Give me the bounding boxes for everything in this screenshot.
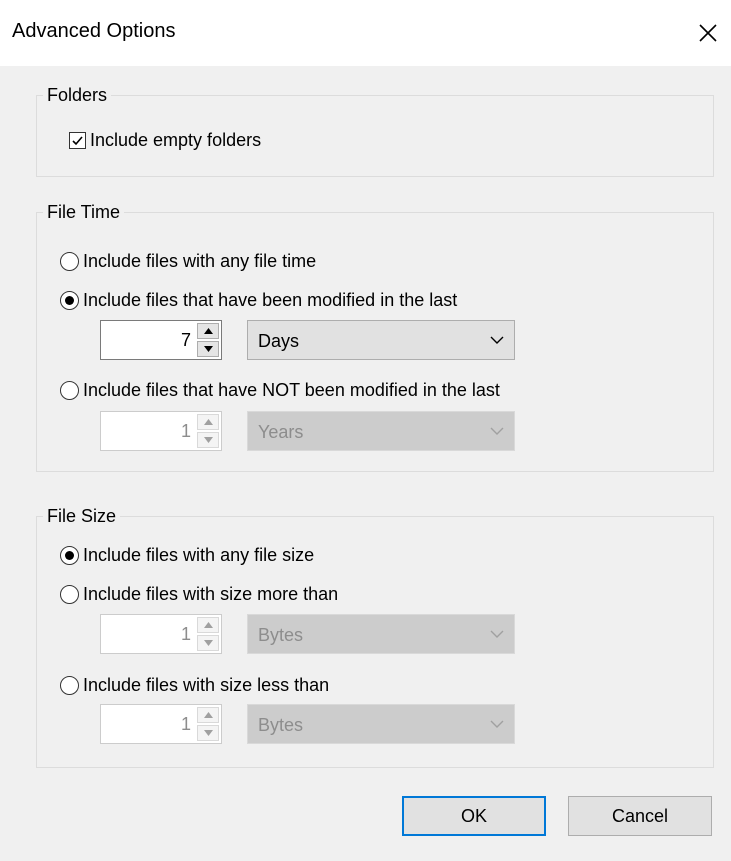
radio-size-less-than-label: Include files with size less than	[83, 675, 330, 695]
spinner-arrows	[197, 323, 219, 357]
modified-unit-value: Days	[258, 331, 300, 351]
include-empty-folders-label: Include empty folders	[90, 130, 262, 150]
radio-off-icon	[60, 252, 79, 271]
arrow-up-icon	[203, 419, 213, 425]
close-button[interactable]	[685, 0, 731, 66]
file-time-legend: File Time	[47, 202, 121, 222]
chevron-down-icon	[490, 630, 504, 638]
arrow-down-icon	[203, 730, 213, 736]
not-modified-unit-value: Years	[258, 422, 304, 442]
less-than-value-spinner[interactable]: 1	[100, 704, 222, 744]
radio-off-icon	[60, 676, 79, 695]
folders-legend: Folders	[47, 85, 108, 105]
radio-any-file-size[interactable]: Include files with any file size	[60, 545, 314, 566]
radio-size-more-than[interactable]: Include files with size more than	[60, 584, 338, 605]
title-bar: Advanced Options	[0, 0, 731, 66]
spin-up-button[interactable]	[197, 707, 219, 723]
radio-not-modified-last-label: Include files that have NOT been modifie…	[83, 380, 500, 400]
spin-up-button[interactable]	[197, 414, 219, 430]
radio-size-less-than[interactable]: Include files with size less than	[60, 675, 329, 696]
ok-button[interactable]: OK	[402, 796, 546, 836]
spin-down-button[interactable]	[197, 432, 219, 448]
radio-not-modified-last[interactable]: Include files that have NOT been modifie…	[60, 380, 500, 401]
arrow-up-icon	[203, 712, 213, 718]
spin-down-button[interactable]	[197, 341, 219, 357]
more-than-value: 1	[180, 624, 191, 644]
radio-modified-last-label: Include files that have been modified in…	[83, 290, 458, 310]
radio-any-file-time-label: Include files with any file time	[83, 251, 317, 271]
not-modified-value: 1	[180, 421, 191, 441]
spin-down-button[interactable]	[197, 725, 219, 741]
chevron-down-icon	[490, 720, 504, 728]
arrow-up-icon	[203, 328, 213, 334]
radio-modified-last[interactable]: Include files that have been modified in…	[60, 290, 457, 311]
spinner-arrows	[197, 617, 219, 651]
spinner-arrows	[197, 707, 219, 741]
modified-value: 7	[180, 330, 191, 350]
less-than-unit-value: Bytes	[258, 715, 304, 735]
file-size-legend: File Size	[47, 506, 117, 526]
close-icon	[699, 24, 717, 42]
less-than-unit-select[interactable]: Bytes	[247, 704, 515, 744]
spin-down-button[interactable]	[197, 635, 219, 651]
not-modified-value-spinner[interactable]: 1	[100, 411, 222, 451]
chevron-down-icon	[490, 336, 504, 344]
less-than-value: 1	[180, 714, 191, 734]
cancel-button[interactable]: Cancel	[568, 796, 712, 836]
more-than-unit-select[interactable]: Bytes	[247, 614, 515, 654]
modified-unit-select[interactable]: Days	[247, 320, 515, 360]
dialog-title: Advanced Options	[12, 20, 176, 42]
radio-any-file-size-label: Include files with any file size	[83, 545, 315, 565]
arrow-down-icon	[203, 437, 213, 443]
spin-up-button[interactable]	[197, 323, 219, 339]
radio-size-more-than-label: Include files with size more than	[83, 584, 339, 604]
radio-on-icon	[60, 546, 79, 565]
radio-off-icon	[60, 585, 79, 604]
more-than-unit-value: Bytes	[258, 625, 304, 645]
not-modified-unit-select[interactable]: Years	[247, 411, 515, 451]
radio-on-icon	[60, 291, 79, 310]
radio-any-file-time[interactable]: Include files with any file time	[60, 251, 316, 272]
spinner-arrows	[197, 414, 219, 448]
modified-value-spinner[interactable]: 7	[100, 320, 222, 360]
include-empty-folders-checkbox[interactable]: Include empty folders	[69, 130, 261, 151]
arrow-down-icon	[203, 346, 213, 352]
arrow-up-icon	[203, 622, 213, 628]
more-than-value-spinner[interactable]: 1	[100, 614, 222, 654]
spin-up-button[interactable]	[197, 617, 219, 633]
checkbox-checked-icon	[69, 132, 86, 149]
arrow-down-icon	[203, 640, 213, 646]
chevron-down-icon	[490, 427, 504, 435]
radio-off-icon	[60, 381, 79, 400]
